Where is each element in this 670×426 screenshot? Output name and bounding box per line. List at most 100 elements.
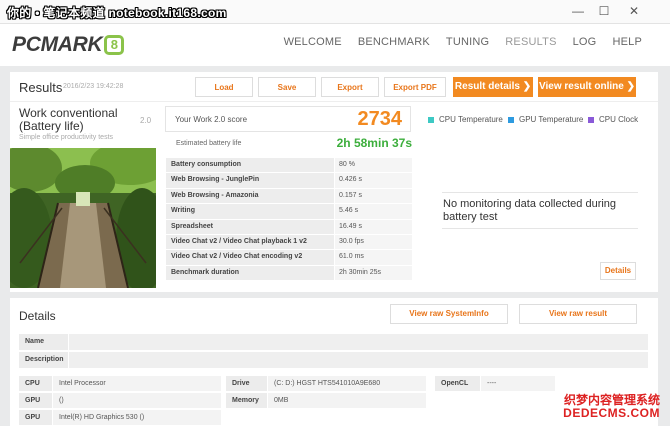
table-row: Web Browsing - JunglePin 0.426 s xyxy=(166,173,412,189)
metric-value: 30.0 fps xyxy=(334,234,412,251)
nav-help[interactable]: HELP xyxy=(604,36,650,48)
details-title: Details xyxy=(19,309,56,323)
score-label: Your Work 2.0 score xyxy=(175,115,248,124)
metric-value: 16.49 s xyxy=(334,219,412,235)
view-raw-systeminfo-button[interactable]: View raw SystemInfo xyxy=(390,304,508,324)
view-online-button[interactable]: View result online ❯ xyxy=(538,77,636,97)
opencl-value: ---- xyxy=(481,376,555,391)
legend-label: CPU Clock xyxy=(599,115,639,124)
memory-value: 0MB xyxy=(268,393,426,408)
benchmark-name: Work conventional (Battery life) xyxy=(19,106,118,133)
watermark-top: 你的 • 笔记本频道 notebook.it168.com xyxy=(7,6,227,20)
details-panel: Details View raw SystemInfo View raw res… xyxy=(10,298,658,426)
no-monitoring-message: No monitoring data collected during batt… xyxy=(443,198,617,223)
nav-benchmark[interactable]: BENCHMARK xyxy=(350,36,438,48)
metric-value: 61.0 ms xyxy=(334,250,412,266)
name-value xyxy=(69,334,648,350)
metric-value: 0.157 s xyxy=(334,188,412,205)
results-title: Results xyxy=(19,80,63,95)
nav-log[interactable]: LOG xyxy=(565,36,605,48)
metric-label: Spreadsheet xyxy=(166,219,334,235)
export-pdf-button[interactable]: Export PDF xyxy=(384,77,446,97)
metric-label: Video Chat v2 / Video Chat encoding v2 xyxy=(166,250,334,266)
table-row: Video Chat v2 / Video Chat encoding v2 61… xyxy=(166,250,412,266)
description-row: Description xyxy=(19,352,648,368)
legend-swatch xyxy=(428,116,434,123)
metric-label: Battery consumption xyxy=(166,158,334,174)
divider xyxy=(442,192,638,193)
metrics-table: Battery consumption 80 % Web Browsing - J… xyxy=(166,158,412,282)
load-button[interactable]: Load xyxy=(195,77,253,97)
description-label: Description xyxy=(19,352,69,368)
legend-gpu-temp: GPU Temperature xyxy=(508,115,583,124)
score-value: 2734 xyxy=(357,108,403,130)
benchmark-subtitle: Simple office productivity tests xyxy=(19,134,114,141)
legend-cpu-clock: CPU Clock xyxy=(588,115,638,124)
metric-value: 80 % xyxy=(334,158,412,174)
metric-label: Benchmark duration xyxy=(166,265,334,282)
app-header: PCMARK 8 WELCOME BENCHMARK TUNING RESULT… xyxy=(0,24,670,66)
pcmark-logo: PCMARK 8 xyxy=(12,33,125,57)
table-row: Video Chat v2 / Video Chat playback 1 v2… xyxy=(166,234,412,251)
table-row: Writing 5.46 s xyxy=(166,204,412,220)
gpu-value: () xyxy=(53,393,221,408)
metric-value: 2h 30min 25s xyxy=(334,265,412,282)
cpu-row: CPU Intel Processor xyxy=(19,376,221,391)
main-nav: WELCOME BENCHMARK TUNING RESULTS LOG HEL… xyxy=(276,36,650,48)
table-row: Battery consumption 80 % xyxy=(166,158,412,174)
cpu-label: CPU xyxy=(19,376,53,391)
results-toolbar: Results 2016/2/23 19:42:28 Load Save Exp… xyxy=(10,72,658,102)
benchmark-image xyxy=(10,148,156,288)
result-details-button[interactable]: Result details ❯ xyxy=(453,77,533,97)
name-label: Name xyxy=(19,334,69,350)
bridge-image xyxy=(10,148,156,288)
gpu-row: GPU Intel(R) HD Graphics 530 () xyxy=(19,410,221,425)
name-row: Name xyxy=(19,334,648,350)
nav-results[interactable]: RESULTS xyxy=(497,36,564,48)
opencl-label: OpenCL xyxy=(435,376,481,391)
gpu-row: GPU() xyxy=(19,393,221,408)
metric-label: Web Browsing - JunglePin xyxy=(166,173,334,189)
legend-swatch xyxy=(508,116,514,123)
cpu-value: Intel Processor xyxy=(53,376,221,391)
score-box: Your Work 2.0 score 2734 xyxy=(165,106,411,132)
opencl-row: OpenCL ---- xyxy=(435,376,555,391)
metric-label: Video Chat v2 / Video Chat playback 1 v2 xyxy=(166,234,334,251)
view-raw-result-button[interactable]: View raw result xyxy=(519,304,637,324)
metric-value: 0.426 s xyxy=(334,173,412,189)
drive-value: (C: D:) HGST HTS541010A9E680 xyxy=(268,376,426,391)
metric-value: 5.46 s xyxy=(334,204,412,220)
watermark-line2: DEDECMS.COM xyxy=(563,406,660,420)
benchmark-version: 2.0 xyxy=(140,116,152,125)
table-row: Spreadsheet 16.49 s xyxy=(166,219,412,235)
metric-label: Web Browsing - Amazonia xyxy=(166,188,334,205)
maximize-button[interactable]: ☐ xyxy=(594,2,614,20)
gpu-label: GPU xyxy=(19,393,53,408)
save-button[interactable]: Save xyxy=(258,77,316,97)
logo-badge: 8 xyxy=(104,35,125,55)
results-panel: Results 2016/2/23 19:42:28 Load Save Exp… xyxy=(10,72,658,292)
legend-cpu-temp: CPU Temperature xyxy=(428,115,503,124)
gpu-value: Intel(R) HD Graphics 530 () xyxy=(53,410,221,425)
legend-swatch xyxy=(588,116,594,123)
battery-life-value: 2h 58min 37s xyxy=(336,136,412,150)
close-button[interactable]: ✕ xyxy=(624,2,644,20)
nav-welcome[interactable]: WELCOME xyxy=(276,36,350,48)
gpu-label: GPU xyxy=(19,410,53,425)
results-date: 2016/2/23 19:42:28 xyxy=(63,83,124,90)
drive-row: Drive (C: D:) HGST HTS541010A9E680 xyxy=(226,376,426,391)
metric-label: Writing xyxy=(166,204,334,220)
export-button[interactable]: Export xyxy=(321,77,379,97)
legend-label: CPU Temperature xyxy=(439,115,503,124)
drive-label: Drive xyxy=(226,376,268,391)
table-row: Web Browsing - Amazonia 0.157 s xyxy=(166,188,412,205)
divider xyxy=(442,228,638,229)
battery-life-label: Estimated battery life xyxy=(176,140,242,147)
nav-tuning[interactable]: TUNING xyxy=(438,36,497,48)
memory-label: Memory xyxy=(226,393,268,408)
description-value xyxy=(69,352,648,368)
legend-label: GPU Temperature xyxy=(519,115,584,124)
minimize-button[interactable]: — xyxy=(568,2,588,20)
logo-text: PCMARK xyxy=(12,33,103,56)
details-button[interactable]: Details xyxy=(600,262,636,280)
